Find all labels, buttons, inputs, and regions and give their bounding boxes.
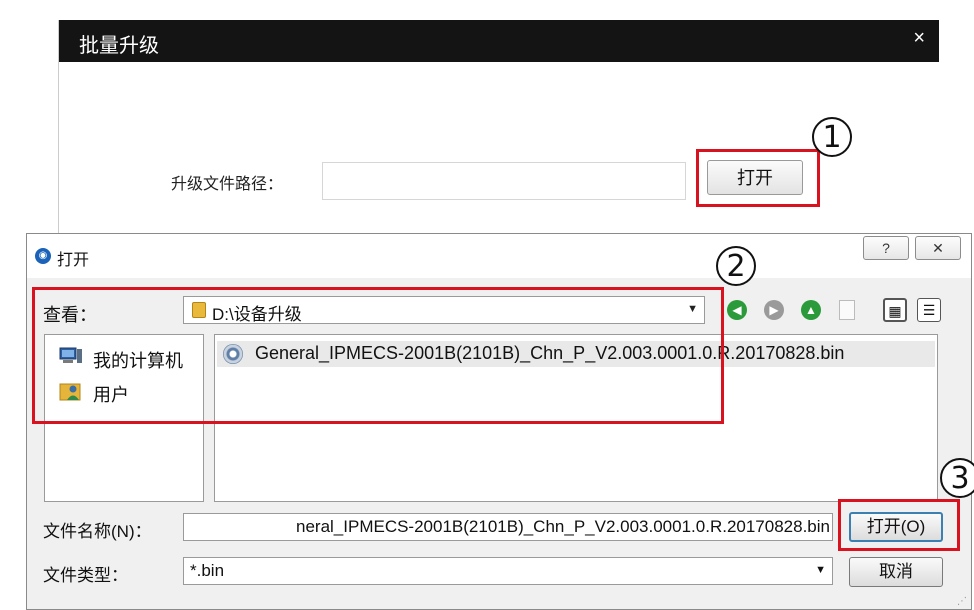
up-folder-icon[interactable]: ▲ xyxy=(801,300,821,320)
dialog-title: 打开 xyxy=(57,252,90,269)
dialog-titlebar: ◉ 打开 ? ✕ xyxy=(27,234,971,278)
dropdown-arrow-icon: ▼ xyxy=(815,564,826,576)
detail-view-icon[interactable]: ☰ xyxy=(917,298,941,322)
back-icon[interactable]: ◀ xyxy=(727,300,747,320)
help-button[interactable]: ? xyxy=(863,236,909,260)
upgrade-path-label: 升级文件路径： xyxy=(171,176,284,193)
list-view-icon[interactable]: ▦ xyxy=(883,298,907,322)
file-type-label: 文件类型： xyxy=(43,566,128,585)
upgrade-path-input[interactable] xyxy=(322,162,686,200)
batch-upgrade-title: 批量升级 xyxy=(79,35,159,57)
resize-grip-icon[interactable]: ⋰ xyxy=(957,596,967,607)
file-type-value: *.bin xyxy=(190,561,225,580)
annotation-number-1: 1 xyxy=(812,117,852,157)
file-name-value: neral_IPMECS-2001B(2101B)_Chn_P_V2.003.0… xyxy=(296,517,830,536)
annotation-box-3 xyxy=(838,499,960,551)
batch-upgrade-titlebar: 批量升级 × xyxy=(59,20,939,62)
file-type-select[interactable]: *.bin ▼ xyxy=(183,557,833,585)
batch-upgrade-window: 批量升级 × 升级文件路径： 打开 xyxy=(58,20,939,250)
new-folder-icon[interactable] xyxy=(839,300,855,320)
forward-icon[interactable]: ▶ xyxy=(764,300,784,320)
file-name-input[interactable]: neral_IPMECS-2001B(2101B)_Chn_P_V2.003.0… xyxy=(183,513,833,541)
annotation-number-3: 3 xyxy=(940,458,974,498)
dialog-close-button[interactable]: ✕ xyxy=(915,236,961,260)
file-name-label: 文件名称(N)： xyxy=(43,522,152,541)
close-icon[interactable]: × xyxy=(913,27,925,50)
annotation-box-2 xyxy=(32,287,724,424)
cancel-button[interactable]: 取消 xyxy=(849,557,943,587)
annotation-box-1 xyxy=(696,149,820,207)
app-icon: ◉ xyxy=(35,248,51,264)
annotation-number-2: 2 xyxy=(716,246,756,286)
